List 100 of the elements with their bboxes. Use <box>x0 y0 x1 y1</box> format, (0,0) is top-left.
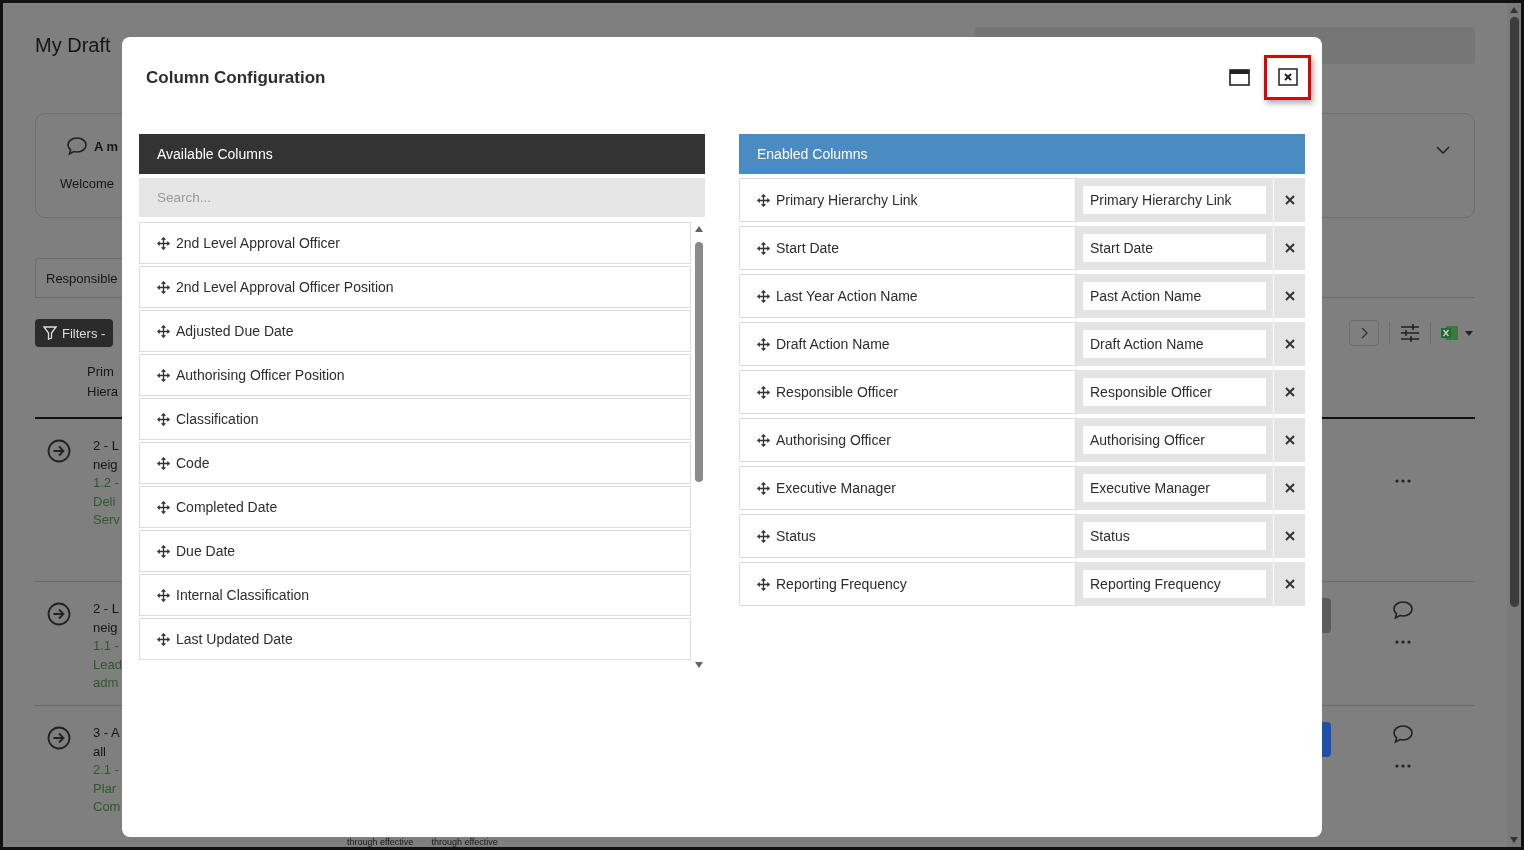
more-icon[interactable] <box>1395 764 1411 768</box>
remove-button[interactable] <box>1273 562 1305 606</box>
column-label-field[interactable]: Draft Action Name <box>1083 330 1266 358</box>
move-icon[interactable] <box>157 412 170 426</box>
column-name: Adjusted Due Date <box>176 323 294 339</box>
column-name: Last Year Action Name <box>776 288 918 304</box>
available-column-item[interactable]: 2nd Level Approval Officer Position <box>139 266 691 308</box>
move-icon[interactable] <box>757 529 770 543</box>
move-icon[interactable] <box>157 632 170 646</box>
column-label-field[interactable]: Primary Hierarchy Link <box>1083 186 1266 214</box>
move-icon[interactable] <box>757 481 770 495</box>
remove-button[interactable] <box>1273 178 1305 222</box>
move-icon[interactable] <box>157 368 170 382</box>
move-icon[interactable] <box>757 337 770 351</box>
column-label-field[interactable]: Reporting Frequency <box>1083 570 1266 598</box>
chevron-down-icon[interactable] <box>1436 146 1450 154</box>
available-column-item[interactable]: Due Date <box>139 530 691 572</box>
column-label-field[interactable]: Status <box>1083 522 1266 550</box>
close-icon <box>1284 387 1295 397</box>
close-icon <box>1284 291 1295 301</box>
funnel-icon <box>43 326 57 340</box>
column-label-field[interactable]: Executive Manager <box>1083 474 1266 502</box>
enabled-column-item[interactable]: Executive Manager <box>739 466 1076 510</box>
move-icon[interactable] <box>157 456 170 470</box>
available-column-item[interactable]: Classification <box>139 398 691 440</box>
move-icon[interactable] <box>157 236 170 250</box>
more-icon[interactable] <box>1395 479 1411 483</box>
enabled-column-item[interactable]: Start Date <box>739 226 1076 270</box>
remove-button[interactable] <box>1273 514 1305 558</box>
dialog-title: Column Configuration <box>145 67 326 88</box>
column-name: 2nd Level Approval Officer <box>176 235 340 251</box>
remove-button[interactable] <box>1273 274 1305 318</box>
column-name: Authorising Officer <box>776 432 891 448</box>
announcement-text: Welcome <box>60 176 115 191</box>
available-column-item[interactable]: Authorising Officer Position <box>139 354 691 396</box>
scrollbar[interactable] <box>1507 3 1521 847</box>
column-label-field[interactable]: Responsible Officer <box>1083 378 1266 406</box>
available-column-item[interactable]: Last Updated Date <box>139 618 691 660</box>
close-button[interactable] <box>1264 54 1311 100</box>
move-icon[interactable] <box>757 193 770 207</box>
available-column-item[interactable]: Adjusted Due Date <box>139 310 691 352</box>
panel-header: Enabled Columns <box>739 134 1305 174</box>
row-text: neig <box>93 618 118 637</box>
window-icon <box>1229 68 1250 86</box>
move-icon[interactable] <box>157 324 170 338</box>
column-label-field[interactable]: Start Date <box>1083 234 1266 262</box>
move-icon[interactable] <box>157 544 170 558</box>
enabled-column-item[interactable]: Reporting Frequency <box>739 562 1076 606</box>
comment-icon[interactable] <box>66 136 88 156</box>
row-text: all <box>93 742 106 761</box>
remove-button[interactable] <box>1273 418 1305 462</box>
enabled-column-item[interactable]: Status <box>739 514 1076 558</box>
cell-text: through effective <box>347 838 414 847</box>
comment-icon[interactable] <box>1392 724 1414 744</box>
available-column-item[interactable]: Code <box>139 442 691 484</box>
column-name: Internal Classification <box>176 587 310 603</box>
available-column-item[interactable]: 2nd Level Approval Officer <box>139 222 691 264</box>
enabled-column-item[interactable]: Responsible Officer <box>739 370 1076 414</box>
close-icon <box>1284 339 1295 349</box>
close-icon <box>1284 435 1295 445</box>
column-name: Primary Hierarchy Link <box>776 192 918 208</box>
enabled-column-item[interactable]: Primary Hierarchy Link <box>739 178 1076 222</box>
move-icon[interactable] <box>157 588 170 602</box>
close-icon <box>1284 483 1295 493</box>
enabled-column-item[interactable]: Last Year Action Name <box>739 274 1076 318</box>
column-name: Due Date <box>176 543 236 559</box>
more-icon[interactable] <box>1395 640 1411 644</box>
sliders-icon[interactable] <box>1400 324 1420 342</box>
row-text: 2 - L <box>93 437 119 455</box>
column-name: Executive Manager <box>776 480 896 496</box>
row-text: 3 - A <box>93 724 120 742</box>
close-icon <box>1284 243 1295 253</box>
search-field[interactable]: Search... <box>139 178 705 217</box>
move-icon[interactable] <box>757 385 770 399</box>
remove-button[interactable] <box>1273 466 1305 510</box>
enabled-column-item[interactable]: Authorising Officer <box>739 418 1076 462</box>
arrow-circle-icon[interactable] <box>47 439 71 463</box>
row-text: neig <box>93 455 118 474</box>
move-icon[interactable] <box>757 433 770 447</box>
comment-icon[interactable] <box>1392 600 1414 620</box>
remove-button[interactable] <box>1273 370 1305 414</box>
move-icon[interactable] <box>757 289 770 303</box>
move-icon[interactable] <box>157 280 170 294</box>
arrow-circle-icon[interactable] <box>47 726 71 750</box>
remove-button[interactable] <box>1273 226 1305 270</box>
column-label-field[interactable]: Authorising Officer <box>1083 426 1266 454</box>
arrow-circle-icon[interactable] <box>47 602 71 626</box>
excel-icon[interactable] <box>1441 325 1475 341</box>
announcement-title: A m <box>94 138 119 154</box>
remove-button[interactable] <box>1273 322 1305 366</box>
column-label-field[interactable]: Past Action Name <box>1083 282 1266 310</box>
move-icon[interactable] <box>757 241 770 255</box>
enabled-column-item[interactable]: Draft Action Name <box>739 322 1076 366</box>
available-column-item[interactable]: Internal Classification <box>139 574 691 616</box>
filters-button[interactable]: Filters - <box>35 319 114 347</box>
move-icon[interactable] <box>157 500 170 514</box>
available-column-item[interactable]: Completed Date <box>139 486 691 528</box>
row-text: 2 - L <box>93 600 119 618</box>
move-icon[interactable] <box>757 577 770 591</box>
maximize-button[interactable] <box>1229 68 1250 86</box>
